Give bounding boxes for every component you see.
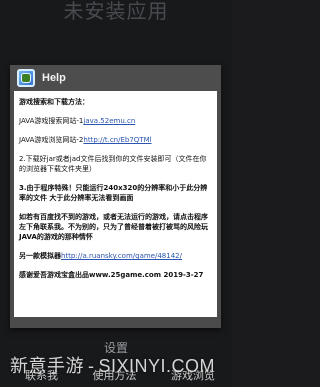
help-line-2: 2.下载好jar或者jad文件后找到你的文件安装即可（文件在你的浏览器下载文件夹… xyxy=(19,155,207,173)
java-browse-link[interactable]: http://t.cn/Eb7QTMl xyxy=(83,136,151,144)
help-line-4: 如若有百度找不到的游戏，或者无法运行的游戏，请点击程序左下角联系我。不为别的，只… xyxy=(19,213,208,241)
help-line-3: 3.由于程序特殊！只能运行240x320的分辨率和小于此分辨率的文件 大于此分辨… xyxy=(19,184,208,202)
help-content: 游戏搜索和下载方法： JAVA游戏搜索网站-1java.52emu.cn JAV… xyxy=(14,91,217,317)
app-screen: 未安装应用 Help 游戏搜索和下载方法： JAVA游戏搜索网站-1java.5… xyxy=(0,0,232,387)
dialog-header: Help xyxy=(10,65,221,91)
emulator-row: 另一款模拟器http://a.ruansky.com/game/48142/ xyxy=(19,251,212,261)
emulator-label: 另一款模拟器 xyxy=(19,252,61,260)
java-browse-label: JAVA游戏浏览网站-2 xyxy=(19,136,84,144)
dialog-title: Help xyxy=(42,72,66,84)
background-title: 未安装应用 xyxy=(63,0,169,23)
app-icon xyxy=(17,69,35,87)
thanks-line: 感谢爱吾游戏宝盒出品www.25game.com 2019-3-27 xyxy=(19,271,204,279)
settings-button[interactable]: 设置 xyxy=(0,337,232,360)
emulator-link[interactable]: http://a.ruansky.com/game/48142/ xyxy=(61,252,182,260)
help-dialog: Help 游戏搜索和下载方法： JAVA游戏搜索网站-1java.52emu.c… xyxy=(10,65,221,328)
bottom-tabs: 联系我 使用方法 游戏浏览 xyxy=(25,365,215,385)
tab-contact[interactable]: 联系我 xyxy=(25,367,58,383)
help-line-1: 游戏搜索和下载方法： xyxy=(19,98,89,106)
java-search-link[interactable]: java.52emu.cn xyxy=(83,117,135,125)
tab-usage[interactable]: 使用方法 xyxy=(93,367,137,383)
java-browse-row: JAVA游戏浏览网站-2http://t.cn/Eb7QTMl xyxy=(19,135,212,145)
java-search-row: JAVA游戏搜索网站-1java.52emu.cn xyxy=(19,116,212,126)
tab-browse[interactable]: 游戏浏览 xyxy=(171,367,215,383)
java-search-label: JAVA游戏搜索网站-1 xyxy=(19,117,84,125)
